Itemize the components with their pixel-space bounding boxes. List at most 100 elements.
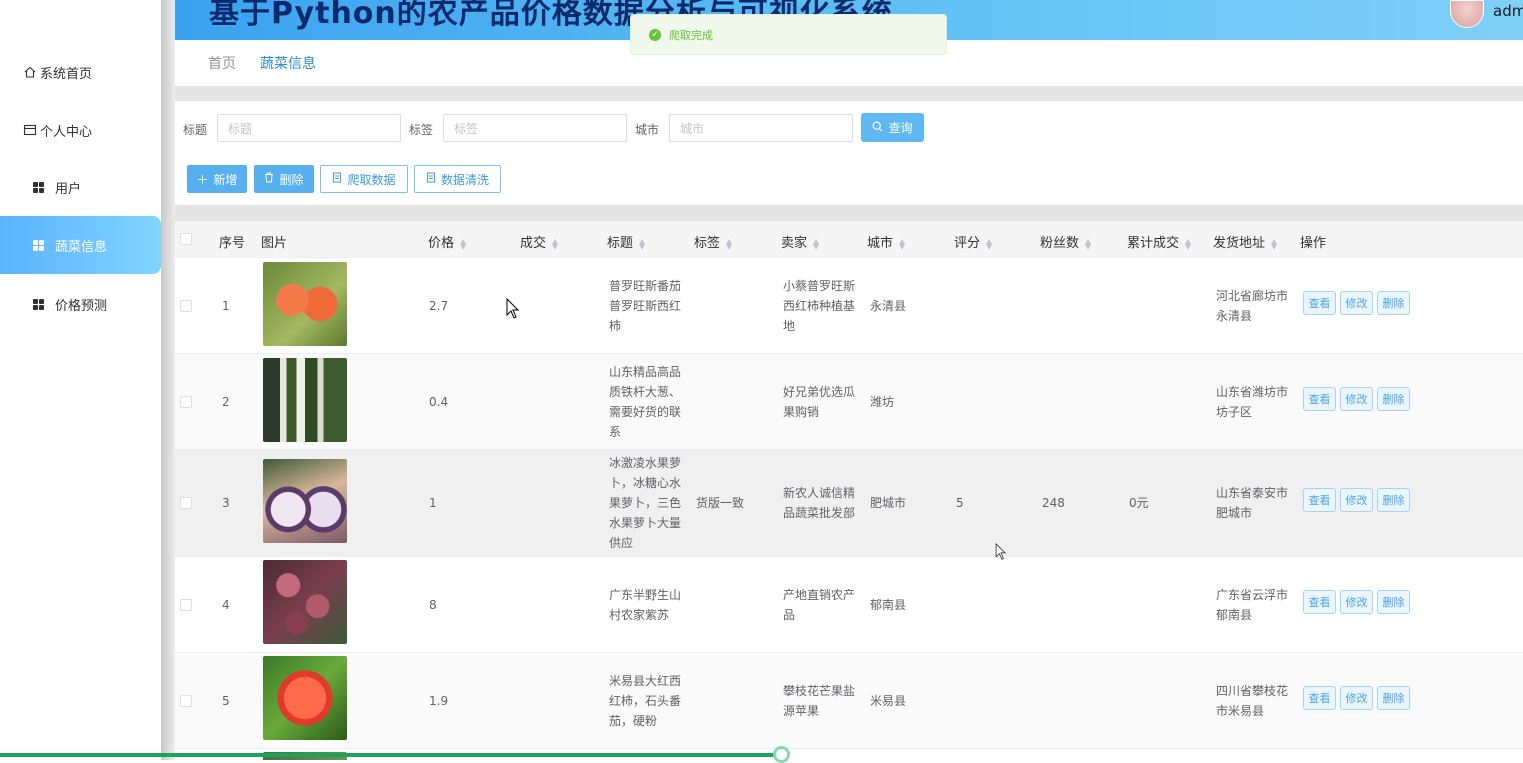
sort-icon[interactable]: ▲ ▼ xyxy=(1185,237,1191,250)
tag-filter-input[interactable]: 标签 xyxy=(443,114,627,142)
sidebar-item-label: 蔬菜信息 xyxy=(55,239,108,255)
select-all-checkbox[interactable] xyxy=(180,233,192,245)
breadcrumb-home[interactable]: 首页 xyxy=(208,53,236,73)
column-total-deal-label: 累计成交 xyxy=(1127,236,1180,251)
cell-seller: 产地直销农产品 xyxy=(783,588,856,622)
cell-seller: 好兄弟优选瓜果购销 xyxy=(783,385,856,419)
sidebar-item-profile[interactable]: 个人中心 xyxy=(0,101,161,159)
success-toast: ✓ 爬取完成 xyxy=(630,14,947,55)
title-filter-label: 标题 xyxy=(183,123,208,137)
column-rating[interactable]: 评分 ▲ ▼ xyxy=(954,232,992,251)
query-label: 查询 xyxy=(888,121,913,135)
sort-icon[interactable]: ▲ ▼ xyxy=(1271,237,1277,250)
video-progress-bar[interactable] xyxy=(0,753,782,757)
cell-price: 8 xyxy=(429,598,437,612)
edit-button[interactable]: 修改 xyxy=(1340,387,1373,411)
cell-ship-addr: 河北省廊坊市永清县 xyxy=(1216,289,1289,323)
column-price[interactable]: 价格 ▲ ▼ xyxy=(428,232,466,251)
query-button[interactable]: 查询 xyxy=(861,113,924,142)
title-filter-input[interactable]: 标题 xyxy=(217,114,401,142)
view-button[interactable]: 查看 xyxy=(1303,590,1336,614)
sidebar: 系统首页 个人中心 用户 蔬菜信息 价格预测 xyxy=(0,0,161,760)
row-checkbox[interactable] xyxy=(180,695,192,707)
tag-filter-label: 标签 xyxy=(409,123,434,137)
home-icon xyxy=(22,64,38,80)
avatar[interactable] xyxy=(1450,0,1484,28)
column-fans[interactable]: 粉丝数 ▲ ▼ xyxy=(1040,232,1091,251)
column-deal[interactable]: 成交 ▲ ▼ xyxy=(520,232,558,251)
cell-ship-addr: 山东省潍坊市坊子区 xyxy=(1216,385,1289,419)
row-checkbox[interactable] xyxy=(180,599,192,611)
cell-ship-addr: 广东省云浮市郁南县 xyxy=(1216,588,1289,622)
delete-row-button[interactable]: 删除 xyxy=(1377,590,1410,614)
view-button[interactable]: 查看 xyxy=(1303,291,1336,315)
sort-icon[interactable]: ▲ ▼ xyxy=(899,237,905,250)
sort-icon[interactable]: ▲ ▼ xyxy=(552,237,558,250)
edit-button[interactable]: 修改 xyxy=(1340,291,1373,315)
product-image xyxy=(263,656,347,740)
sidebar-item-vegetables[interactable]: 蔬菜信息 xyxy=(0,216,161,274)
delete-row-button[interactable]: 删除 xyxy=(1377,488,1410,512)
product-image xyxy=(263,358,347,442)
edit-button[interactable]: 修改 xyxy=(1340,590,1373,614)
sort-icon[interactable]: ▲ ▼ xyxy=(1085,237,1091,250)
column-price-label: 价格 xyxy=(428,236,455,251)
row-checkbox[interactable] xyxy=(180,497,192,509)
column-ship-addr[interactable]: 发货地址 ▲ ▼ xyxy=(1213,232,1277,251)
table-row: 4 8 广东半野生山村农家紫苏 产地直销农产品 郁南县 广东省云浮市郁南县 查看… xyxy=(175,557,1523,653)
sidebar-item-home[interactable]: 系统首页 xyxy=(0,43,161,101)
column-tag-label: 标签 xyxy=(694,236,721,251)
sort-icon[interactable]: ▲ ▼ xyxy=(813,237,819,250)
sort-icon[interactable]: ▲ ▼ xyxy=(986,237,992,250)
column-image: 图片 xyxy=(261,236,288,251)
row-checkbox[interactable] xyxy=(180,396,192,408)
cell-city: 潍坊 xyxy=(870,395,895,409)
column-title[interactable]: 标题 ▲ ▼ xyxy=(607,232,645,251)
edit-button[interactable]: 修改 xyxy=(1340,488,1373,512)
city-filter-input[interactable]: 城市 xyxy=(669,114,853,142)
column-tag[interactable]: 标签 ▲ ▼ xyxy=(694,232,732,251)
view-button[interactable]: 查看 xyxy=(1303,488,1336,512)
row-checkbox[interactable] xyxy=(180,300,192,312)
delete-button[interactable]: 删除 xyxy=(254,165,314,193)
table-row: 5 1.9 米易县大红西红柿，石头番茄，硬粉 攀枝花芒果盐源苹果 米易县 四川省… xyxy=(175,653,1523,749)
delete-row-button[interactable]: 删除 xyxy=(1377,291,1410,315)
sort-icon[interactable]: ▲ ▼ xyxy=(639,237,645,250)
table-header: 序号 图片 价格 ▲ ▼ 成交 ▲ ▼ 标题 ▲ ▼ 标签 ▲ ▼ 卖家 ▲ ▼ 城市 ▲ ▼ 评分 ▲ ▼… xyxy=(175,221,1523,258)
username[interactable]: admi xyxy=(1493,2,1523,20)
crawl-data-button[interactable]: 爬取数据 xyxy=(320,165,408,193)
view-button[interactable]: 查看 xyxy=(1303,686,1336,710)
table-row: 1 2.7 普罗旺斯番茄普罗旺斯西红柿 小蔡普罗旺斯西红柿种植基地 永清县 河北… xyxy=(175,258,1523,354)
column-ops: 操作 xyxy=(1300,236,1327,251)
column-deal-label: 成交 xyxy=(520,236,547,251)
cell-city: 永清县 xyxy=(870,299,907,313)
video-progress-handle[interactable] xyxy=(773,746,790,763)
delete-row-button[interactable]: 删除 xyxy=(1377,686,1410,710)
cell-title: 普罗旺斯番茄普罗旺斯西红柿 xyxy=(609,279,682,333)
column-city[interactable]: 城市 ▲ ▼ xyxy=(867,232,905,251)
toast-message: 爬取完成 xyxy=(669,28,713,42)
sort-icon[interactable]: ▲ ▼ xyxy=(726,237,732,250)
delete-row-button[interactable]: 删除 xyxy=(1377,387,1410,411)
cell-seller: 攀枝花芒果盐源苹果 xyxy=(783,684,856,718)
view-button[interactable]: 查看 xyxy=(1303,387,1336,411)
column-seller[interactable]: 卖家 ▲ ▼ xyxy=(781,232,819,251)
column-total-deal[interactable]: 累计成交 ▲ ▼ xyxy=(1127,232,1191,251)
sidebar-item-users[interactable]: 用户 xyxy=(0,158,161,216)
sort-icon[interactable]: ▲ ▼ xyxy=(460,237,466,250)
table-row: 2 0.4 山东精品高品质铁杆大葱、需要好货的联系 好兄弟优选瓜果购销 潍坊 山… xyxy=(175,354,1523,450)
cell-title: 广东半野生山村农家紫苏 xyxy=(609,588,682,622)
cell-title: 冰激凌水果萝卜，冰糖心水果萝卜，三色水果萝卜大量供应 xyxy=(609,456,682,550)
column-index: 序号 xyxy=(219,236,246,251)
sidebar-item-price-forecast[interactable]: 价格预测 xyxy=(0,275,161,333)
divider xyxy=(175,205,1523,221)
column-title-label: 标题 xyxy=(607,236,634,251)
cell-fans: 248 xyxy=(1042,496,1065,510)
breadcrumb-current: 蔬菜信息 xyxy=(260,56,316,72)
cell-price: 2.7 xyxy=(429,299,449,313)
edit-button[interactable]: 修改 xyxy=(1340,686,1373,710)
cell-city: 米易县 xyxy=(870,694,907,708)
add-button[interactable]: ＋ 新增 xyxy=(187,165,247,193)
clean-data-button[interactable]: 数据清洗 xyxy=(414,165,501,193)
cell-city: 郁南县 xyxy=(870,598,907,612)
